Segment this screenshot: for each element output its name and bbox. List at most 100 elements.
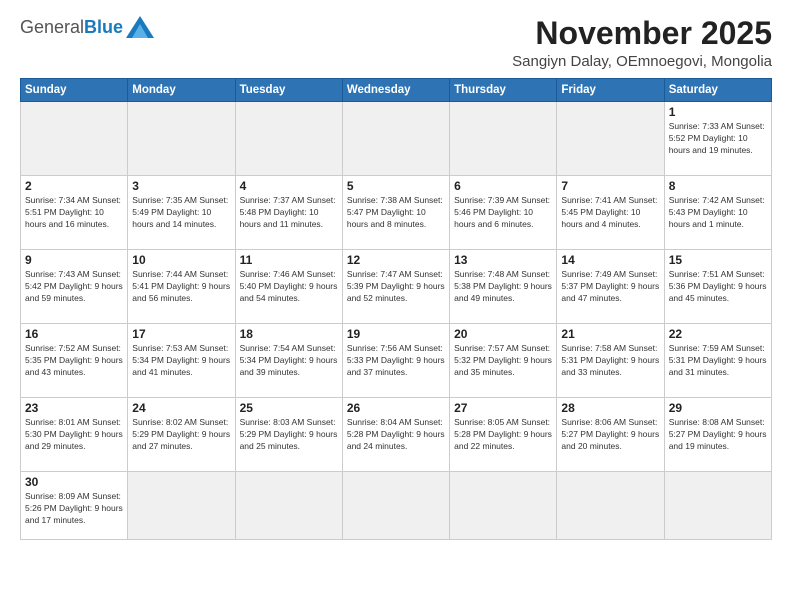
day-number: 19 <box>347 327 445 341</box>
table-cell <box>557 472 664 540</box>
col-saturday: Saturday <box>664 79 771 102</box>
table-cell: 11 Sunrise: 7:46 AM Sunset: 5:40 PM Dayli… <box>235 250 342 324</box>
col-wednesday: Wednesday <box>342 79 449 102</box>
table-cell <box>235 472 342 540</box>
day-info: Sunrise: 7:33 AM Sunset: 5:52 PM Dayligh… <box>669 121 767 157</box>
table-cell: 25 Sunrise: 8:03 AM Sunset: 5:29 PM Dayli… <box>235 398 342 472</box>
col-thursday: Thursday <box>450 79 557 102</box>
day-info: Sunrise: 8:08 AM Sunset: 5:27 PM Dayligh… <box>669 417 767 453</box>
title-area: November 2025 Sangiyn Dalay, OEmnoegovi,… <box>512 16 772 70</box>
day-info: Sunrise: 7:53 AM Sunset: 5:34 PM Dayligh… <box>132 343 230 379</box>
day-number: 15 <box>669 253 767 267</box>
day-info: Sunrise: 8:03 AM Sunset: 5:29 PM Dayligh… <box>240 417 338 453</box>
table-cell: 18Sunrise: 7:54 AM Sunset: 5:34 PM Dayli… <box>235 324 342 398</box>
col-sunday: Sunday <box>21 79 128 102</box>
table-cell: 22Sunrise: 7:59 AM Sunset: 5:31 PM Dayli… <box>664 324 771 398</box>
day-info: Sunrise: 7:57 AM Sunset: 5:32 PM Dayligh… <box>454 343 552 379</box>
day-info: Sunrise: 7:42 AM Sunset: 5:43 PM Dayligh… <box>669 195 767 231</box>
table-cell <box>342 102 449 176</box>
day-info: Sunrise: 7:46 AM Sunset: 5:40 PM Dayligh… <box>240 269 338 305</box>
table-cell: 6Sunrise: 7:39 AM Sunset: 5:46 PM Daylig… <box>450 176 557 250</box>
table-cell: 29 Sunrise: 8:08 AM Sunset: 5:27 PM Dayli… <box>664 398 771 472</box>
day-info: Sunrise: 8:05 AM Sunset: 5:28 PM Dayligh… <box>454 417 552 453</box>
day-number: 16 <box>25 327 123 341</box>
month-title: November 2025 <box>512 16 772 51</box>
day-info: Sunrise: 7:48 AM Sunset: 5:38 PM Dayligh… <box>454 269 552 305</box>
calendar: Sunday Monday Tuesday Wednesday Thursday… <box>20 78 772 540</box>
table-cell <box>21 102 128 176</box>
day-info: Sunrise: 8:01 AM Sunset: 5:30 PM Dayligh… <box>25 417 123 453</box>
week-row-2: 9Sunrise: 7:43 AM Sunset: 5:42 PM Daylig… <box>21 250 772 324</box>
table-cell: 5 Sunrise: 7:38 AM Sunset: 5:47 PM Daylig… <box>342 176 449 250</box>
day-number: 23 <box>25 401 123 415</box>
table-cell <box>450 102 557 176</box>
day-info: Sunrise: 7:58 AM Sunset: 5:31 PM Dayligh… <box>561 343 659 379</box>
table-cell: 9Sunrise: 7:43 AM Sunset: 5:42 PM Daylig… <box>21 250 128 324</box>
day-number: 22 <box>669 327 767 341</box>
day-number: 29 <box>669 401 767 415</box>
day-number: 24 <box>132 401 230 415</box>
table-cell: 1 Sunrise: 7:33 AM Sunset: 5:52 PM Daylig… <box>664 102 771 176</box>
table-cell: 17 Sunrise: 7:53 AM Sunset: 5:34 PM Dayli… <box>128 324 235 398</box>
day-info: Sunrise: 7:38 AM Sunset: 5:47 PM Dayligh… <box>347 195 445 231</box>
table-cell: 3 Sunrise: 7:35 AM Sunset: 5:49 PM Daylig… <box>128 176 235 250</box>
page: General Blue November 2025 Sangiyn Dalay… <box>0 0 792 612</box>
table-cell: 15Sunrise: 7:51 AM Sunset: 5:36 PM Dayli… <box>664 250 771 324</box>
table-cell: 24 Sunrise: 8:02 AM Sunset: 5:29 PM Dayli… <box>128 398 235 472</box>
day-info: Sunrise: 7:37 AM Sunset: 5:48 PM Dayligh… <box>240 195 338 231</box>
table-cell: 2Sunrise: 7:34 AM Sunset: 5:51 PM Daylig… <box>21 176 128 250</box>
day-number: 18 <box>240 327 338 341</box>
day-info: Sunrise: 7:49 AM Sunset: 5:37 PM Dayligh… <box>561 269 659 305</box>
table-cell: 4Sunrise: 7:37 AM Sunset: 5:48 PM Daylig… <box>235 176 342 250</box>
day-number: 11 <box>240 253 338 267</box>
logo-icon <box>126 16 154 38</box>
day-info: Sunrise: 7:56 AM Sunset: 5:33 PM Dayligh… <box>347 343 445 379</box>
day-number: 3 <box>132 179 230 193</box>
day-number: 21 <box>561 327 659 341</box>
day-info: Sunrise: 8:02 AM Sunset: 5:29 PM Dayligh… <box>132 417 230 453</box>
day-number: 1 <box>669 105 767 119</box>
day-info: Sunrise: 7:35 AM Sunset: 5:49 PM Dayligh… <box>132 195 230 231</box>
day-number: 17 <box>132 327 230 341</box>
table-cell: 16 Sunrise: 7:52 AM Sunset: 5:35 PM Dayli… <box>21 324 128 398</box>
table-cell <box>235 102 342 176</box>
day-number: 26 <box>347 401 445 415</box>
day-info: Sunrise: 7:43 AM Sunset: 5:42 PM Dayligh… <box>25 269 123 305</box>
day-number: 8 <box>669 179 767 193</box>
logo-general: General <box>20 17 84 38</box>
day-info: Sunrise: 8:04 AM Sunset: 5:28 PM Dayligh… <box>347 417 445 453</box>
table-cell: 26 Sunrise: 8:04 AM Sunset: 5:28 PM Dayli… <box>342 398 449 472</box>
day-info: Sunrise: 8:06 AM Sunset: 5:27 PM Dayligh… <box>561 417 659 453</box>
day-number: 7 <box>561 179 659 193</box>
day-number: 14 <box>561 253 659 267</box>
day-number: 25 <box>240 401 338 415</box>
location-title: Sangiyn Dalay, OEmnoegovi, Mongolia <box>512 53 772 70</box>
logo-blue: Blue <box>84 17 123 38</box>
day-info: Sunrise: 7:44 AM Sunset: 5:41 PM Dayligh… <box>132 269 230 305</box>
table-cell: 27Sunrise: 8:05 AM Sunset: 5:28 PM Dayli… <box>450 398 557 472</box>
week-row-3: 16 Sunrise: 7:52 AM Sunset: 5:35 PM Dayli… <box>21 324 772 398</box>
col-tuesday: Tuesday <box>235 79 342 102</box>
day-number: 20 <box>454 327 552 341</box>
day-number: 30 <box>25 475 123 489</box>
logo: General Blue <box>20 16 154 38</box>
header-row: Sunday Monday Tuesday Wednesday Thursday… <box>21 79 772 102</box>
week-row-1: 2Sunrise: 7:34 AM Sunset: 5:51 PM Daylig… <box>21 176 772 250</box>
header: General Blue November 2025 Sangiyn Dalay… <box>20 16 772 70</box>
day-info: Sunrise: 7:47 AM Sunset: 5:39 PM Dayligh… <box>347 269 445 305</box>
day-info: Sunrise: 7:39 AM Sunset: 5:46 PM Dayligh… <box>454 195 552 231</box>
day-number: 10 <box>132 253 230 267</box>
day-number: 5 <box>347 179 445 193</box>
day-number: 28 <box>561 401 659 415</box>
table-cell: 8 Sunrise: 7:42 AM Sunset: 5:43 PM Daylig… <box>664 176 771 250</box>
week-row-5: 30Sunrise: 8:09 AM Sunset: 5:26 PM Dayli… <box>21 472 772 540</box>
day-info: Sunrise: 7:34 AM Sunset: 5:51 PM Dayligh… <box>25 195 123 231</box>
logo-area: General Blue <box>20 16 154 38</box>
day-number: 12 <box>347 253 445 267</box>
table-cell <box>342 472 449 540</box>
day-info: Sunrise: 7:41 AM Sunset: 5:45 PM Dayligh… <box>561 195 659 231</box>
col-friday: Friday <box>557 79 664 102</box>
col-monday: Monday <box>128 79 235 102</box>
table-cell: 7 Sunrise: 7:41 AM Sunset: 5:45 PM Daylig… <box>557 176 664 250</box>
day-info: Sunrise: 7:52 AM Sunset: 5:35 PM Dayligh… <box>25 343 123 379</box>
